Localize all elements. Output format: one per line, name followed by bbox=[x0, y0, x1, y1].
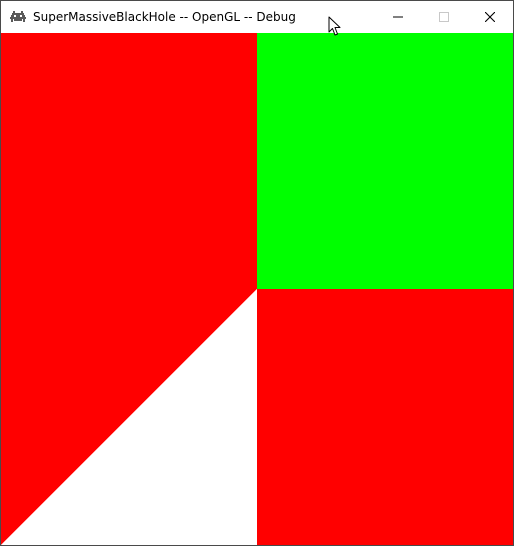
app-window: SuperMassiveBlackHole -- OpenGL -- Debug bbox=[0, 0, 514, 546]
bottom-right-red-quad bbox=[257, 289, 513, 545]
maximize-button[interactable] bbox=[421, 1, 467, 33]
minimize-icon bbox=[393, 16, 403, 18]
close-icon bbox=[485, 12, 495, 22]
space-invader-icon bbox=[10, 11, 26, 22]
maximize-icon bbox=[439, 12, 449, 22]
top-right-green-quad bbox=[257, 33, 513, 289]
title-bar[interactable]: SuperMassiveBlackHole -- OpenGL -- Debug bbox=[1, 1, 513, 33]
opengl-viewport[interactable] bbox=[1, 33, 513, 545]
close-button[interactable] bbox=[467, 1, 513, 33]
minimize-button[interactable] bbox=[375, 1, 421, 33]
window-title: SuperMassiveBlackHole -- OpenGL -- Debug bbox=[33, 10, 296, 24]
mouse-pointer-icon bbox=[328, 16, 341, 36]
